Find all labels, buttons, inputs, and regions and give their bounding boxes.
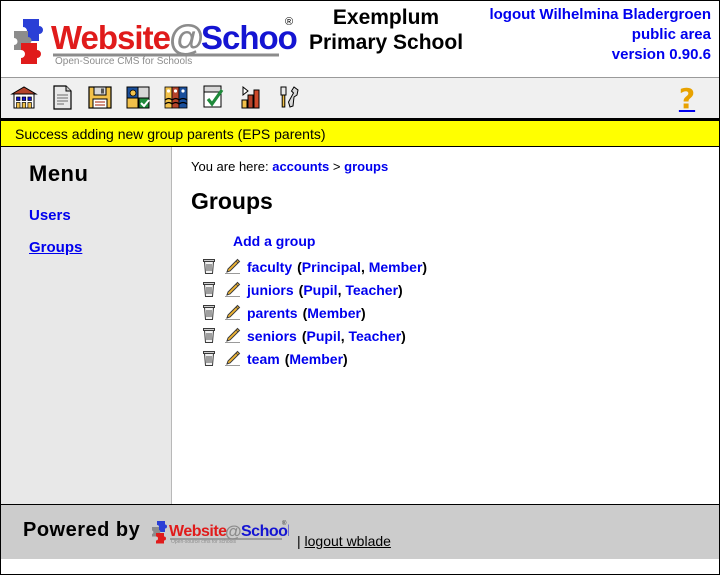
toolbar-school-building-icon[interactable] xyxy=(9,82,41,114)
version-label: version 0.90.6 xyxy=(611,46,711,63)
group-name-link[interactable]: faculty xyxy=(247,259,292,275)
toolbar-floppy-save-icon[interactable] xyxy=(85,82,117,114)
body-area: Menu Users Groups You are here: accounts… xyxy=(1,147,719,504)
svg-text:Website: Website xyxy=(169,523,227,540)
group-roles: (Pupil, Teacher) xyxy=(298,281,403,298)
page-footer: Powered by Website @ School Open-source … xyxy=(1,504,719,559)
help-button[interactable]: ? xyxy=(673,84,701,114)
school-name-line2: Primary School xyxy=(308,31,464,54)
groups-list: Add a group faculty (Principal, Member) … xyxy=(191,233,719,370)
puzzle-icon xyxy=(152,521,167,544)
pencil-edit-icon[interactable] xyxy=(223,304,241,322)
toolbar-puzzle-modules-icon[interactable] xyxy=(123,82,155,114)
trash-can-icon[interactable] xyxy=(201,258,219,276)
group-name-link[interactable]: parents xyxy=(247,305,298,321)
group-roles: (Principal, Member) xyxy=(297,258,428,275)
sidebar-item-groups[interactable]: Groups xyxy=(29,239,82,257)
breadcrumb-prefix: You are here: xyxy=(191,159,269,174)
pencil-edit-icon[interactable] xyxy=(223,327,241,345)
toolbar-icon-group xyxy=(9,82,307,114)
svg-text:Website: Website xyxy=(51,19,171,56)
group-row: team (Member) xyxy=(201,347,719,370)
breadcrumb-separator: > xyxy=(332,159,341,174)
footer-logo: Website @ School Open-source cms for sch… xyxy=(149,517,292,547)
group-row: faculty (Principal, Member) xyxy=(201,255,719,278)
breadcrumb-link-groups[interactable]: groups xyxy=(344,159,388,174)
sidebar-item-groups-row: Groups xyxy=(29,239,171,271)
svg-text:@: @ xyxy=(169,17,204,58)
main-toolbar: ? xyxy=(1,77,719,121)
toolbar-users-accounts-icon[interactable] xyxy=(161,82,193,114)
question-mark-help-icon: ? xyxy=(678,82,696,115)
toolbar-tools-wrench-icon[interactable] xyxy=(275,82,307,114)
group-name-link[interactable]: juniors xyxy=(247,282,294,298)
svg-text:®: ® xyxy=(282,520,287,527)
school-name: Exemplum Primary School xyxy=(301,5,471,55)
trash-can-icon[interactable] xyxy=(201,327,219,345)
pencil-edit-icon[interactable] xyxy=(223,258,241,276)
add-group-link[interactable]: Add a group xyxy=(233,233,315,249)
school-name-line1: Exemplum xyxy=(332,6,440,29)
toolbar-bar-chart-statistics-icon[interactable] xyxy=(237,82,269,114)
pencil-edit-icon[interactable] xyxy=(223,281,241,299)
breadcrumb: You are here: accounts > groups xyxy=(191,159,719,174)
footer-logout-link[interactable]: logout wblade xyxy=(305,533,391,549)
sidebar-item-users-row: Users xyxy=(29,207,171,239)
group-roles: (Pupil, Teacher) xyxy=(301,327,406,344)
pencil-edit-icon[interactable] xyxy=(223,350,241,368)
breadcrumb-link-accounts[interactable]: accounts xyxy=(272,159,329,174)
logo-tagline: Open-Source CMS for Schools xyxy=(55,56,192,67)
toolbar-checklist-approve-icon[interactable] xyxy=(199,82,231,114)
puzzle-icon xyxy=(14,19,43,64)
logout-link[interactable]: logout Wilhelmina Bladergroen xyxy=(489,6,711,23)
header-user-info: logout Wilhelmina Bladergroen public are… xyxy=(489,5,711,65)
trash-can-icon[interactable] xyxy=(201,304,219,322)
logo-graphic: Website @ School Open-Source CMS for Sch… xyxy=(14,16,306,67)
sidebar: Menu Users Groups xyxy=(1,147,172,504)
group-row: parents (Member) xyxy=(201,301,719,324)
sidebar-item-users[interactable]: Users xyxy=(29,207,71,225)
add-group-row: Add a group xyxy=(191,233,719,255)
main-content: You are here: accounts > groups Groups A… xyxy=(173,147,719,504)
page-header: Website @ School Open-Source CMS for Sch… xyxy=(1,1,719,77)
group-row: juniors (Pupil, Teacher) xyxy=(201,278,719,301)
sidebar-menu-list: Users Groups xyxy=(29,207,171,271)
svg-text:Open-source cms for schools: Open-source cms for schools xyxy=(171,539,237,545)
sidebar-title: Menu xyxy=(29,161,89,186)
footer-links: | logout wblade xyxy=(297,533,391,549)
svg-text:®: ® xyxy=(285,16,293,28)
group-name-link[interactable]: seniors xyxy=(247,328,297,344)
area-label: public area xyxy=(631,26,711,43)
group-roles: (Member) xyxy=(302,304,366,321)
group-roles: (Member) xyxy=(284,350,348,367)
success-message-text: Success adding new group parents (EPS pa… xyxy=(15,126,326,142)
group-name-link[interactable]: team xyxy=(247,351,280,367)
trash-can-icon[interactable] xyxy=(201,350,219,368)
toolbar-page-document-icon[interactable] xyxy=(47,82,79,114)
status-message-bar: Success adding new group parents (EPS pa… xyxy=(1,121,719,147)
powered-by-label: Powered by xyxy=(23,519,141,541)
trash-can-icon[interactable] xyxy=(201,281,219,299)
group-row: seniors (Pupil, Teacher) xyxy=(201,324,719,347)
footer-separator: | xyxy=(297,533,301,549)
application-window: Website @ School Open-Source CMS for Sch… xyxy=(0,0,720,575)
page-title: Groups xyxy=(191,188,273,214)
website-at-school-logo: Website @ School Open-Source CMS for Sch… xyxy=(9,9,306,69)
